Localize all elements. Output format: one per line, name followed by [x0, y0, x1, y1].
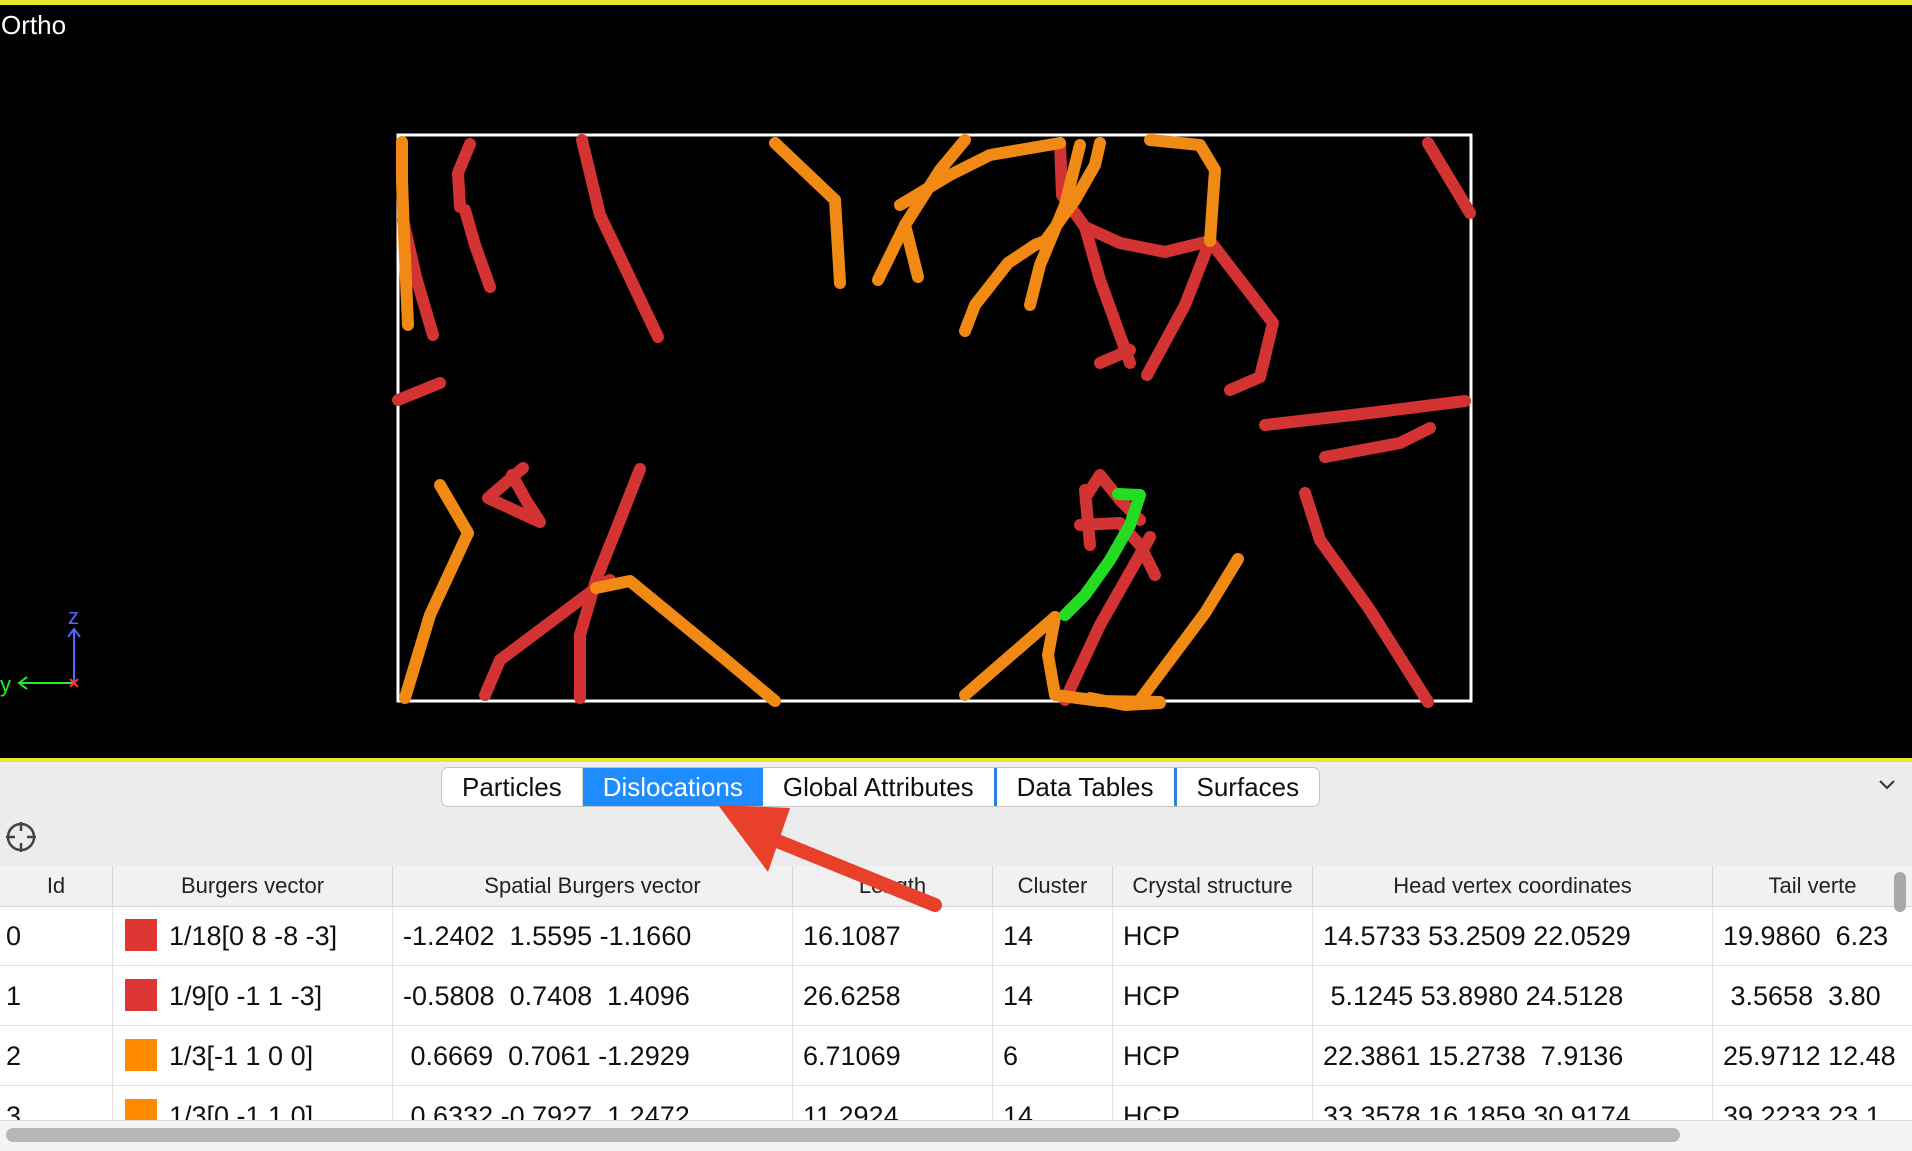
tab-particles[interactable]: Particles	[442, 768, 583, 806]
cell-crystal: HCP	[1113, 906, 1313, 966]
cell-length: 6.71069	[793, 1026, 993, 1086]
color-swatch[interactable]	[125, 978, 157, 1011]
cell-id: 2	[0, 1026, 113, 1086]
tab-group: Particles Dislocations Global Attributes…	[441, 767, 1321, 807]
cell-tail-vertex: 3.5658 3.80	[1723, 981, 1881, 1011]
col-header-burgers-vector[interactable]: Burgers vector	[113, 866, 393, 906]
burgers-text: 1/18[0 8 -8 -3]	[169, 921, 338, 951]
cell-cluster: 14	[993, 906, 1113, 966]
cell-crystal: HCP	[1113, 1026, 1313, 1086]
inspector-toolbar	[0, 810, 1912, 866]
dislocations-table[interactable]: Id Burgers vector Spatial Burgers vector…	[0, 866, 1912, 1128]
vertical-scrollbar-thumb[interactable]	[1894, 872, 1906, 912]
cell-burgers-vector: 1/18[0 8 -8 -3]	[113, 906, 393, 966]
3d-viewport[interactable]: z y Ortho	[0, 0, 1912, 762]
axis-z-label: z	[68, 604, 79, 629]
cell-spatial-burgers: -0.5808 0.7408 1.4096	[393, 966, 793, 1026]
cell-cluster: 14	[993, 966, 1113, 1026]
data-inspector-tabbar: Particles Dislocations Global Attributes…	[0, 762, 1912, 810]
col-header-id[interactable]: Id	[0, 866, 113, 906]
col-header-spatial-burgers-vector[interactable]: Spatial Burgers vector	[393, 866, 793, 906]
tab-surfaces[interactable]: Surfaces	[1177, 768, 1320, 806]
col-header-crystal-structure[interactable]: Crystal structure	[1113, 866, 1313, 906]
axis-y-label: y	[0, 672, 11, 697]
cell-cluster: 6	[993, 1026, 1113, 1086]
cell-spatial-burgers: 0.6669 0.7061 -1.2929	[393, 1026, 793, 1086]
tab-dislocations[interactable]: Dislocations	[582, 768, 763, 806]
burgers-text: 1/3[-1 1 0 0]	[169, 1041, 314, 1071]
tab-data-tables[interactable]: Data Tables	[997, 768, 1177, 806]
col-header-length[interactable]: Length	[793, 866, 993, 906]
cell-burgers-vector: 1/9[0 -1 1 -3]	[113, 966, 393, 1026]
col-header-cluster[interactable]: Cluster	[993, 866, 1113, 906]
crosshair-icon[interactable]	[4, 820, 38, 854]
cell-id: 1	[0, 966, 113, 1026]
cell-head-vertex: 5.1245 53.8980 24.5128	[1313, 966, 1713, 1026]
table-row[interactable]: 1 1/9[0 -1 1 -3] -0.5808 0.7408 1.4096 2…	[0, 966, 1912, 1026]
cell-head-vertex: 22.3861 15.2738 7.9136	[1313, 1026, 1713, 1086]
col-header-tail-vertex[interactable]: Tail verte	[1713, 866, 1912, 906]
cell-crystal: HCP	[1113, 966, 1313, 1026]
cell-tail-vertex: 25.9712 12.48	[1723, 1041, 1896, 1071]
cell-id: 0	[0, 906, 113, 966]
axis-tripod	[17, 627, 81, 690]
cell-head-vertex: 14.5733 53.2509 22.0529	[1313, 906, 1713, 966]
cell-burgers-vector: 1/3[-1 1 0 0]	[113, 1026, 393, 1086]
color-swatch[interactable]	[125, 1038, 157, 1071]
tab-global-attributes[interactable]: Global Attributes	[763, 768, 997, 806]
cell-length: 26.6258	[793, 966, 993, 1026]
table-row[interactable]: 0 1/18[0 8 -8 -3] -1.2402 1.5595 -1.1660…	[0, 906, 1912, 966]
table-header: Id Burgers vector Spatial Burgers vector…	[0, 866, 1912, 907]
table-row[interactable]: 2 1/3[-1 1 0 0] 0.6669 0.7061 -1.2929 6.…	[0, 1026, 1912, 1086]
dislocation-scene: z y	[0, 133, 1476, 711]
selected-dislocation-line[interactable]	[1059, 488, 1146, 621]
cell-spatial-burgers: -1.2402 1.5595 -1.1660	[393, 906, 793, 966]
horizontal-scrollbar-thumb[interactable]	[6, 1128, 1680, 1142]
burgers-text: 1/9[0 -1 1 -3]	[169, 981, 323, 1011]
orange-dislocation-lines	[396, 134, 1244, 711]
chevron-down-icon[interactable]	[1876, 774, 1898, 796]
cell-length: 16.1087	[793, 906, 993, 966]
col-header-head-vertex[interactable]: Head vertex coordinates	[1313, 866, 1713, 906]
cell-tail-vertex: 19.9860 6.23	[1723, 921, 1889, 951]
color-swatch[interactable]	[125, 918, 157, 951]
viewport-caption[interactable]: Ortho	[1, 10, 66, 41]
red-dislocation-lines	[392, 134, 1476, 708]
